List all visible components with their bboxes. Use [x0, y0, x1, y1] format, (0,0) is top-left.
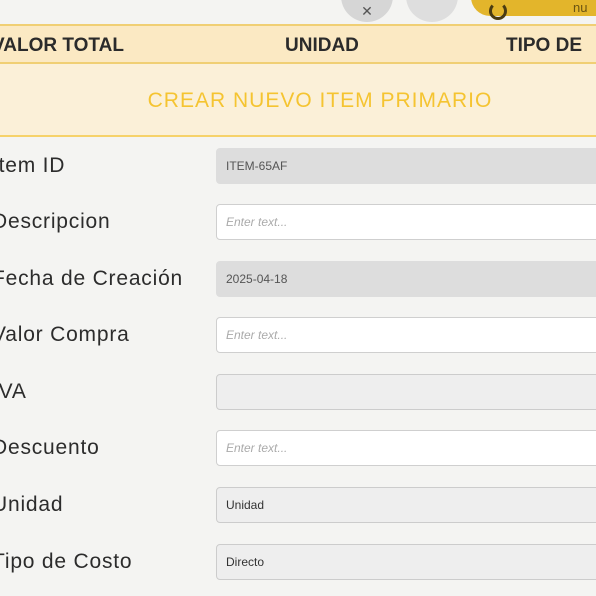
- form-row-valor-compra: Valor Compra: [0, 317, 596, 355]
- descripcion-label: Descripcion: [0, 210, 111, 233]
- fecha-field: [216, 261, 596, 297]
- unidad-select[interactable]: [216, 487, 596, 523]
- modal-header: CREAR NUEVO ITEM PRIMARIO: [0, 64, 596, 137]
- tipo-costo-select[interactable]: [216, 544, 596, 580]
- column-header-tipo[interactable]: TIPO DE: [506, 35, 582, 57]
- iva-label: IVA: [0, 380, 27, 403]
- modal-title: CREAR NUEVO ITEM PRIMARIO: [147, 89, 493, 112]
- valor-compra-label: Valor Compra: [0, 323, 130, 346]
- new-item-button[interactable]: nu: [471, 0, 596, 20]
- form-row-fecha: Fecha de Creación: [0, 261, 596, 299]
- table-header: VALOR TOTAL UNIDAD TIPO DE: [0, 24, 596, 64]
- unidad-label: Unidad: [0, 493, 64, 516]
- descuento-field[interactable]: [216, 430, 596, 466]
- descuento-label: Descuento: [0, 436, 100, 459]
- tools-icon: ✕: [361, 3, 373, 19]
- column-header-valor-total[interactable]: VALOR TOTAL: [0, 35, 124, 57]
- new-item-button-label: nu: [573, 0, 588, 15]
- form-row-tipo-costo: Tipo de Costo: [0, 544, 596, 582]
- descripcion-field[interactable]: [216, 204, 596, 240]
- tipo-costo-label: Tipo de Costo: [0, 550, 133, 573]
- form-row-descuento: Descuento: [0, 430, 596, 468]
- refresh-icon: [489, 2, 507, 20]
- item-id-label: Item ID: [0, 154, 66, 177]
- form-row-unidad: Unidad: [0, 487, 596, 525]
- top-toolbar: ✕ nu: [0, 0, 596, 24]
- valor-compra-field[interactable]: [216, 317, 596, 353]
- item-id-field: [216, 148, 596, 184]
- form-row-item-id: Item ID: [0, 148, 596, 186]
- column-header-unidad[interactable]: UNIDAD: [285, 35, 359, 57]
- fecha-label: Fecha de Creación: [0, 267, 184, 290]
- iva-field: [216, 374, 596, 410]
- tools-button[interactable]: ✕: [341, 0, 393, 22]
- form-row-descripcion: Descripcion: [0, 204, 596, 242]
- form-row-iva: IVA: [0, 374, 596, 412]
- create-item-modal: CREAR NUEVO ITEM PRIMARIO Item ID Descri…: [0, 64, 596, 596]
- menu-button[interactable]: [406, 0, 458, 22]
